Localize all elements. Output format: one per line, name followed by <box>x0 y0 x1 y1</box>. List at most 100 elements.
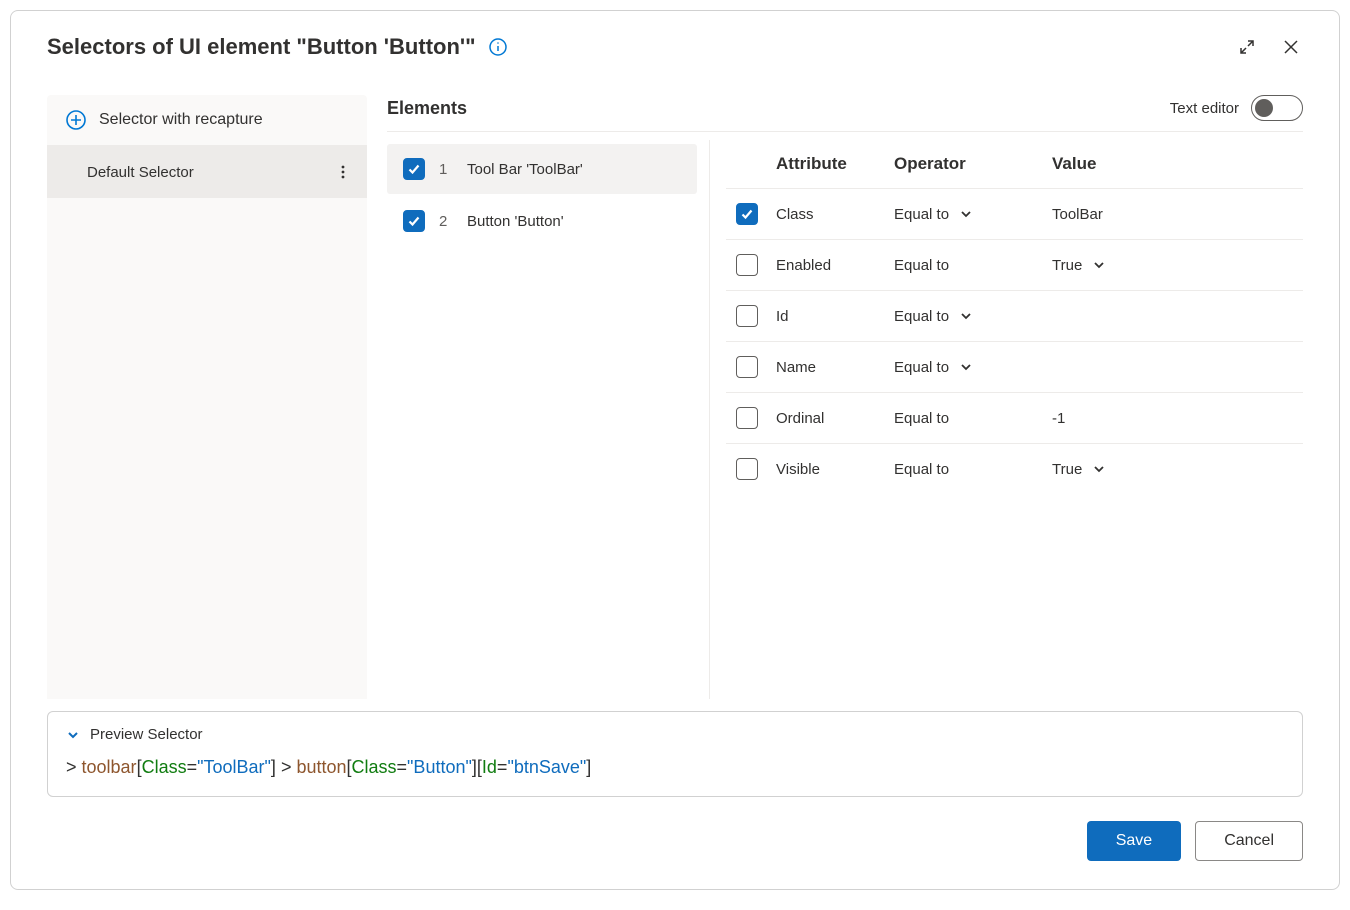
dialog-footer: Save Cancel <box>11 797 1339 889</box>
chevron-down-icon <box>959 309 973 323</box>
selector-token-el: toolbar <box>82 757 137 777</box>
attribute-row: Id Equal to <box>726 290 1303 341</box>
attribute-row: Visible Equal to True <box>726 443 1303 494</box>
operator-value: Equal to <box>894 410 949 427</box>
attribute-row: Enabled Equal to True <box>726 239 1303 290</box>
col-operator: Operator <box>894 154 1044 174</box>
attribute-value: ToolBar <box>1052 206 1103 223</box>
attribute-value: True <box>1052 257 1082 274</box>
chevron-down-icon <box>1092 462 1106 476</box>
selector-token-gt: > <box>66 757 82 777</box>
element-index: 1 <box>439 161 453 178</box>
selector-token-gt: > <box>276 757 297 777</box>
close-button[interactable] <box>1275 31 1307 63</box>
elements-heading: Elements <box>387 98 467 119</box>
selector-with-recapture[interactable]: Selector with recapture <box>47 95 367 146</box>
expand-button[interactable] <box>1231 31 1263 63</box>
chevron-down-icon <box>959 207 973 221</box>
middle-row: 1 Tool Bar 'ToolBar' 2 Button 'Button' Attr… <box>387 140 1303 699</box>
selector-token-eq: = <box>187 757 198 777</box>
selector-token-attr: Class <box>142 757 187 777</box>
operator-value: Equal to <box>894 461 949 478</box>
operator-dropdown[interactable]: Equal to <box>894 410 1044 427</box>
element-label: Tool Bar 'ToolBar' <box>467 161 583 178</box>
col-value: Value <box>1052 154 1293 174</box>
attribute-name: Enabled <box>776 257 886 274</box>
selector-token-val: "ToolBar" <box>197 757 271 777</box>
operator-value: Equal to <box>894 206 949 223</box>
chevron-down-icon <box>1092 258 1106 272</box>
operator-dropdown[interactable]: Equal to <box>894 461 1044 478</box>
selector-token-eq: = <box>397 757 408 777</box>
chevron-down-icon <box>66 728 80 742</box>
selector-item-label: Default Selector <box>87 164 194 181</box>
selector-token-attr: Class <box>352 757 397 777</box>
content-header: Elements Text editor <box>387 95 1303 132</box>
attribute-row: Name Equal to <box>726 341 1303 392</box>
main-row: Selector with recapture Default Selector… <box>11 71 1339 699</box>
operator-dropdown[interactable]: Equal to <box>894 359 1044 376</box>
more-icon[interactable] <box>331 160 355 184</box>
save-button[interactable]: Save <box>1087 821 1181 861</box>
attribute-name: Visible <box>776 461 886 478</box>
plus-circle-icon <box>65 109 87 131</box>
preview-selector-panel: Preview Selector > toolbar[Class="ToolBa… <box>47 711 1303 797</box>
selector-token-eq: = <box>497 757 508 777</box>
attribute-checkbox[interactable] <box>736 356 758 378</box>
cancel-button[interactable]: Cancel <box>1195 821 1303 861</box>
attribute-checkbox[interactable] <box>736 203 758 225</box>
preview-toggle[interactable]: Preview Selector <box>66 726 1284 743</box>
attribute-panel: Attribute Operator Value Class Equal to To… <box>709 140 1303 699</box>
attribute-name: Ordinal <box>776 410 886 427</box>
attribute-row: Ordinal Equal to -1 <box>726 392 1303 443</box>
operator-value: Equal to <box>894 359 949 376</box>
operator-dropdown[interactable]: Equal to <box>894 257 1044 274</box>
attribute-header-row: Attribute Operator Value <box>726 140 1303 188</box>
selector-item[interactable]: Default Selector <box>47 146 367 198</box>
element-label: Button 'Button' <box>467 213 564 230</box>
attribute-checkbox[interactable] <box>736 305 758 327</box>
selector-token-val: "btnSave" <box>507 757 586 777</box>
text-editor-toggle[interactable] <box>1251 95 1303 121</box>
value-field[interactable]: ToolBar <box>1052 206 1293 223</box>
operator-dropdown[interactable]: Equal to <box>894 206 1044 223</box>
selector-dialog: Selectors of UI element "Button 'Button'… <box>10 10 1340 890</box>
preview-selector-text: > toolbar[Class="ToolBar"] > button[Clas… <box>66 757 1284 778</box>
attribute-name: Class <box>776 206 886 223</box>
value-field[interactable]: -1 <box>1052 410 1293 427</box>
value-field[interactable]: True <box>1052 257 1293 274</box>
attribute-checkbox[interactable] <box>736 407 758 429</box>
titlebar: Selectors of UI element "Button 'Button'… <box>11 11 1339 71</box>
selector-token-val: "Button" <box>407 757 472 777</box>
sidebar: Selector with recapture Default Selector <box>47 95 367 699</box>
info-icon[interactable] <box>488 37 508 57</box>
attribute-value: -1 <box>1052 410 1065 427</box>
element-index: 2 <box>439 213 453 230</box>
attribute-name: Id <box>776 308 886 325</box>
recapture-label: Selector with recapture <box>99 111 263 129</box>
col-attribute: Attribute <box>776 154 886 174</box>
attribute-checkbox[interactable] <box>736 458 758 480</box>
attribute-value: True <box>1052 461 1082 478</box>
attribute-row: Class Equal to ToolBar <box>726 188 1303 239</box>
operator-value: Equal to <box>894 308 949 325</box>
value-field[interactable]: True <box>1052 461 1293 478</box>
preview-label: Preview Selector <box>90 726 203 743</box>
element-row[interactable]: 1 Tool Bar 'ToolBar' <box>387 144 697 194</box>
element-row[interactable]: 2 Button 'Button' <box>387 196 697 246</box>
attribute-checkbox[interactable] <box>736 254 758 276</box>
operator-value: Equal to <box>894 257 949 274</box>
content-column: Elements Text editor 1 Tool Bar 'ToolBar'… <box>367 71 1339 699</box>
element-checkbox[interactable] <box>403 158 425 180</box>
selector-token-attr: Id <box>482 757 497 777</box>
elements-list: 1 Tool Bar 'ToolBar' 2 Button 'Button' <box>387 140 697 699</box>
selector-token-el: button <box>296 757 346 777</box>
text-editor-toggle-group: Text editor <box>1170 95 1303 121</box>
dialog-title: Selectors of UI element "Button 'Button'… <box>47 34 476 60</box>
element-checkbox[interactable] <box>403 210 425 232</box>
text-editor-label: Text editor <box>1170 100 1239 117</box>
operator-dropdown[interactable]: Equal to <box>894 308 1044 325</box>
chevron-down-icon <box>959 360 973 374</box>
selector-token-br: ] <box>586 757 591 777</box>
attribute-name: Name <box>776 359 886 376</box>
